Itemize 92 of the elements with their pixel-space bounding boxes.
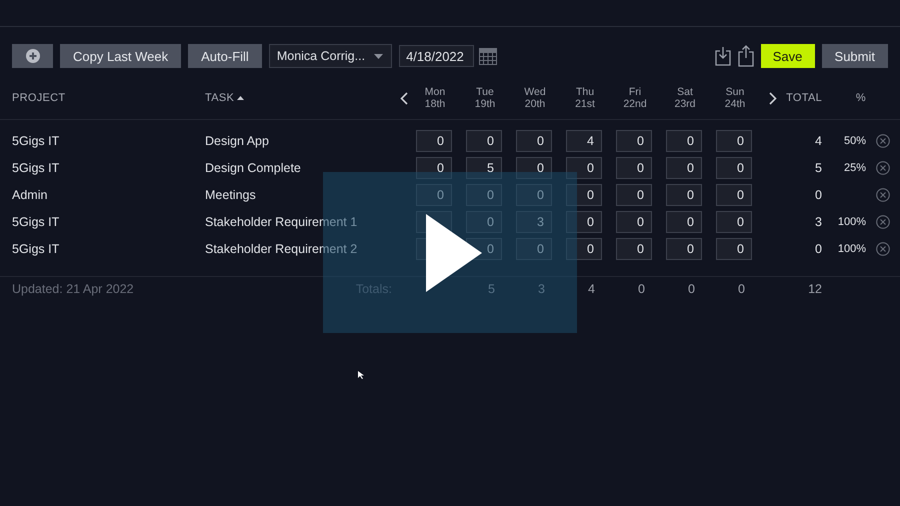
hours-field[interactable]: 0 — [616, 238, 652, 260]
hours-field[interactable]: 4 — [566, 130, 602, 152]
chevron-left-icon[interactable] — [400, 92, 408, 104]
hours-field[interactable]: 0 — [566, 157, 602, 179]
day-total: 0 — [687, 282, 696, 296]
hours-field[interactable]: 0 — [616, 157, 652, 179]
hours-field[interactable]: 0 — [516, 238, 552, 260]
project-cell-text: 5Gigs IT — [12, 161, 60, 175]
hours-field[interactable]: 5 — [466, 157, 502, 179]
auto-fill-button[interactable]: Auto-Fill — [188, 44, 262, 68]
hours-field[interactable]: 0 — [466, 211, 502, 233]
hours-field[interactable]: 0 — [566, 184, 602, 206]
chevron-right-icon[interactable] — [769, 92, 777, 104]
day-column-header: Tue 19th — [474, 86, 496, 110]
date-field[interactable]: 4/18/2022 — [399, 45, 474, 67]
hours-field[interactable]: 0 — [716, 211, 752, 233]
hours-field[interactable]: 0 — [616, 130, 652, 152]
day-total: 0 — [637, 282, 646, 296]
hours-field[interactable]: 0 — [716, 238, 752, 260]
day-column-header: Mon 18th — [424, 86, 446, 110]
plus-circle-icon — [26, 49, 40, 63]
download-icon[interactable] — [714, 46, 731, 66]
hours-field[interactable]: 0 — [416, 157, 452, 179]
day-total: 5 — [487, 282, 496, 296]
task-column-header[interactable]: TASK — [205, 92, 392, 104]
save-button[interactable]: Save — [760, 44, 815, 68]
row-percent: 100% — [838, 216, 866, 228]
hours-field[interactable]: 0 — [666, 238, 702, 260]
row-total: 4 — [815, 134, 822, 148]
grand-total: 12 — [808, 282, 822, 296]
hours-field[interactable]: 0 — [666, 157, 702, 179]
upload-icon[interactable] — [738, 45, 754, 67]
row-total: 5 — [815, 161, 822, 175]
task-cell-text: Stakeholder Requirement 1 — [205, 215, 358, 229]
hours-field[interactable]: 0 — [416, 184, 452, 206]
calendar-icon[interactable] — [479, 48, 498, 64]
day-column-header: Sat 23rd — [673, 86, 696, 110]
day-column-header: Wed 20th — [523, 86, 547, 110]
task-cell-text: Design App — [205, 134, 270, 148]
updated-date: Updated: 21 Apr 2022 — [12, 282, 135, 296]
user-dropdown[interactable]: Monica Corrig... — [268, 44, 392, 68]
row-total: 0 — [815, 242, 822, 256]
day-total: 4 — [587, 282, 596, 296]
remove-row-icon[interactable] — [876, 161, 890, 175]
submit-button[interactable]: Submit — [822, 44, 888, 68]
row-percent: 25% — [844, 162, 866, 174]
day-total: 3 — [537, 282, 546, 296]
day-total: 0 — [737, 282, 746, 296]
project-cell-text: 5Gigs IT — [12, 215, 60, 229]
project-cell-text: 5Gigs IT — [12, 134, 60, 148]
hours-field[interactable]: 0 — [616, 211, 652, 233]
caret-icon — [374, 54, 384, 58]
hours-field[interactable]: 0 — [466, 184, 502, 206]
hours-field[interactable]: 0 — [466, 130, 502, 152]
hours-field[interactable]: 0 — [516, 130, 552, 152]
hours-field[interactable]: 0 — [566, 211, 602, 233]
row-total: 0 — [815, 188, 822, 202]
hours-field[interactable]: 0 — [416, 130, 452, 152]
row-percent: 50% — [844, 135, 866, 147]
play-icon[interactable] — [426, 214, 482, 292]
percent-column-header: % — [856, 92, 866, 104]
hours-field[interactable]: 0 — [666, 211, 702, 233]
hours-field[interactable]: 0 — [516, 157, 552, 179]
row-percent: 100% — [838, 243, 866, 255]
hours-field[interactable]: 0 — [616, 184, 652, 206]
task-cell-text: Meetings — [205, 188, 257, 202]
day-column-header: Sun 24th — [724, 86, 746, 110]
hours-field[interactable]: 3 — [516, 211, 552, 233]
project-cell-text: Admin — [12, 188, 48, 202]
sort-up-icon — [237, 96, 244, 100]
mouse-cursor-icon — [358, 371, 364, 379]
day-column-header: Fri 22nd — [622, 86, 648, 110]
remove-row-icon[interactable] — [876, 188, 890, 202]
copy-last-week-button[interactable]: Copy Last Week — [60, 44, 182, 68]
hours-field[interactable]: 0 — [666, 184, 702, 206]
hours-field[interactable]: 0 — [716, 184, 752, 206]
total-column-header: TOTAL — [786, 92, 822, 104]
remove-row-icon[interactable] — [876, 134, 890, 148]
hours-field[interactable]: 0 — [716, 130, 752, 152]
task-cell-text: Stakeholder Requirement 2 — [205, 242, 358, 256]
add-button[interactable] — [12, 44, 53, 68]
remove-row-icon[interactable] — [876, 215, 890, 229]
hours-field[interactable]: 0 — [716, 157, 752, 179]
hours-field[interactable]: 0 — [566, 238, 602, 260]
project-column-header: PROJECT — [12, 92, 66, 104]
day-column-header: Thu 21st — [574, 86, 596, 110]
project-cell-text: 5Gigs IT — [12, 242, 60, 256]
row-total: 3 — [815, 215, 822, 229]
hours-field[interactable]: 0 — [666, 130, 702, 152]
hours-field[interactable]: 0 — [516, 184, 552, 206]
remove-row-icon[interactable] — [876, 242, 890, 256]
task-cell-text: Design Complete — [205, 161, 302, 175]
